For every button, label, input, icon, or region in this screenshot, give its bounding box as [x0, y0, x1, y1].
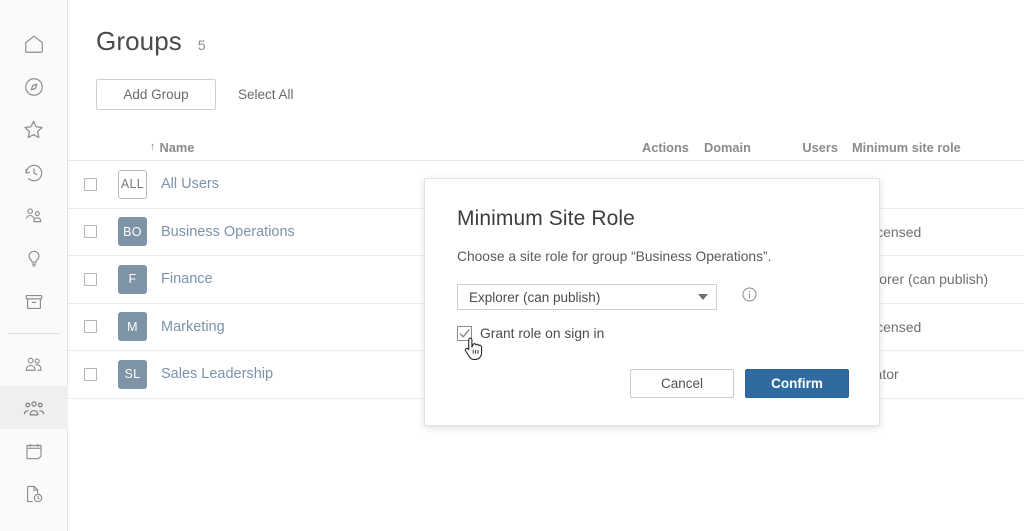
add-group-button[interactable]: Add Group: [96, 79, 216, 110]
header-actions[interactable]: Actions: [642, 140, 704, 155]
dialog-description: Choose a site role for group “Business O…: [457, 249, 849, 264]
group-name-link[interactable]: Sales Leadership: [161, 366, 273, 382]
group-avatar: BO: [118, 217, 147, 246]
row-checkbox[interactable]: [84, 368, 97, 381]
row-checkbox[interactable]: [84, 273, 97, 286]
header-role[interactable]: Minimum site role: [852, 140, 1024, 155]
calendar-icon: [23, 440, 45, 462]
shared-users-icon: [22, 204, 45, 227]
site-role-select[interactable]: Explorer (can publish): [457, 284, 717, 310]
header-domain[interactable]: Domain: [704, 140, 780, 155]
group-avatar: M: [118, 312, 147, 341]
group-avatar: SL: [118, 360, 147, 389]
group-name-link[interactable]: Marketing: [161, 319, 225, 335]
group-avatar: F: [118, 265, 147, 294]
info-circle-icon[interactable]: [741, 286, 758, 308]
star-icon: [22, 118, 45, 141]
main-content: Groups 5 Add Group Select All ↑ Name Act…: [68, 0, 1024, 531]
sidebar-item-explore[interactable]: [0, 65, 68, 108]
chevron-down-icon: [698, 294, 708, 300]
row-checkbox-cell: [68, 320, 112, 333]
group-avatar: ALL: [118, 170, 147, 199]
home-icon: [23, 33, 45, 55]
table-header-row: ↑ Name Actions Domain Users Minimum site…: [68, 134, 1024, 161]
sidebar-item-recents[interactable]: [0, 151, 68, 194]
site-role-select-row: Explorer (can publish): [457, 284, 849, 310]
row-checkbox[interactable]: [84, 178, 97, 191]
confirm-button[interactable]: Confirm: [745, 369, 849, 398]
group-count: 5: [198, 37, 206, 53]
lightbulb-icon: [23, 248, 45, 270]
page-header: Groups 5: [68, 0, 1024, 57]
header-users[interactable]: Users: [780, 140, 852, 155]
sidebar-item-favorites[interactable]: [0, 108, 68, 151]
two-people-icon: [22, 353, 45, 376]
dialog-title: Minimum Site Role: [457, 207, 849, 231]
group-name-link[interactable]: Finance: [161, 271, 213, 287]
row-checkbox-cell: [68, 273, 112, 286]
row-checkbox[interactable]: [84, 320, 97, 333]
sidebar-divider: [8, 333, 60, 334]
row-checkbox[interactable]: [84, 225, 97, 238]
select-all-link[interactable]: Select All: [238, 87, 294, 102]
sort-asc-icon: ↑: [150, 141, 156, 153]
header-name-label: Name: [160, 140, 195, 155]
sidebar-item-shared-with-me[interactable]: [0, 194, 68, 237]
site-role-selected-value: Explorer (can publish): [469, 290, 600, 305]
minimum-site-role-dialog: Minimum Site Role Choose a site role for…: [424, 178, 880, 426]
sidebar-item-tasks[interactable]: [0, 472, 68, 515]
dialog-actions: Cancel Confirm: [630, 369, 849, 398]
sidebar-item-groups[interactable]: [0, 386, 68, 429]
box-icon: [23, 291, 45, 313]
grant-role-checkbox[interactable]: [457, 326, 472, 341]
sidebar-item-home[interactable]: [0, 22, 68, 65]
grant-role-row: Grant role on sign in: [457, 326, 849, 341]
compass-icon: [23, 76, 45, 98]
cancel-button[interactable]: Cancel: [630, 369, 734, 398]
row-checkbox-cell: [68, 225, 112, 238]
sidebar-item-recommendations[interactable]: [0, 237, 68, 280]
group-name-link[interactable]: Business Operations: [161, 224, 295, 240]
left-sidebar: [0, 0, 68, 531]
clock-icon: [23, 162, 45, 184]
header-name[interactable]: ↑ Name: [112, 140, 642, 155]
app-root: Groups 5 Add Group Select All ↑ Name Act…: [0, 0, 1024, 531]
row-checkbox-cell: [68, 178, 112, 191]
grant-role-label: Grant role on sign in: [480, 326, 604, 341]
file-clock-icon: [23, 483, 45, 505]
sidebar-item-users[interactable]: [0, 343, 68, 386]
toolbar: Add Group Select All: [68, 57, 1024, 110]
group-name-link[interactable]: All Users: [161, 176, 219, 192]
sidebar-item-collections[interactable]: [0, 280, 68, 323]
three-people-icon: [22, 396, 46, 420]
page-title: Groups: [96, 26, 182, 57]
sidebar-item-schedules[interactable]: [0, 429, 68, 472]
row-checkbox-cell: [68, 368, 112, 381]
